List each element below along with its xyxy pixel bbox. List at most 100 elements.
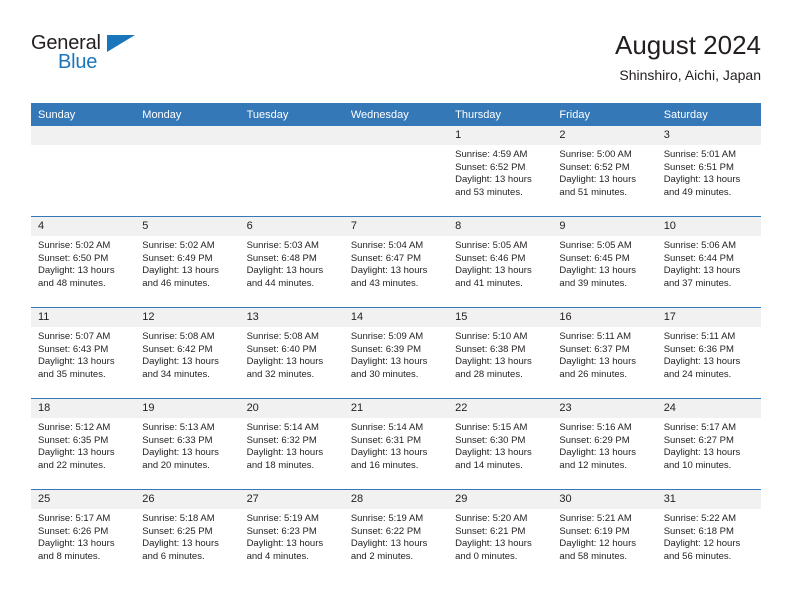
calendar-day-cell[interactable]: 17 Sunrise: 5:11 AM Sunset: 6:36 PM Dayligh…: [656, 307, 761, 399]
sunrise-text: Sunrise: 5:14 AM: [350, 422, 424, 433]
calendar-day-cell[interactable]: 31 Sunrise: 5:22 AM Sunset: 6:18 PM Dayligh…: [656, 489, 761, 580]
sunrise-text: Sunrise: 5:17 AM: [663, 422, 737, 433]
calendar-day-cell[interactable]: 12 Sunrise: 5:08 AM Sunset: 6:42 PM Dayligh…: [135, 307, 240, 399]
calendar-day-cell[interactable]: 5 Sunrise: 5:02 AM Sunset: 6:49 PM Daylight…: [135, 216, 240, 308]
day-number: 7: [343, 217, 449, 236]
daylight-text: Daylight: 13 hours and 26 minutes.: [559, 356, 636, 380]
calendar-day-cell-empty: [135, 126, 240, 217]
weekday-header-saturday: Saturday: [656, 103, 761, 126]
day-details: Sunrise: 5:09 AM Sunset: 6:39 PM Daylight:…: [344, 327, 448, 381]
sunrise-text: Sunrise: 5:03 AM: [246, 240, 319, 251]
sunset-text: Sunset: 6:40 PM: [246, 343, 317, 355]
calendar-day-cell[interactable]: 21 Sunrise: 5:14 AM Sunset: 6:31 PM Dayligh…: [343, 398, 449, 490]
sunrise-text: Sunrise: 5:20 AM: [455, 513, 528, 524]
calendar-day-cell[interactable]: 14 Sunrise: 5:09 AM Sunset: 6:39 PM Dayligh…: [343, 307, 449, 399]
daylight-text: Daylight: 13 hours and 18 minutes.: [246, 447, 324, 471]
daylight-text: Daylight: 13 hours and 14 minutes.: [455, 447, 532, 471]
day-details: Sunrise: 5:02 AM Sunset: 6:50 PM Daylight:…: [31, 236, 135, 290]
calendar-day-cell[interactable]: 30 Sunrise: 5:21 AM Sunset: 6:19 PM Dayligh…: [552, 489, 657, 580]
sunrise-text: Sunrise: 5:08 AM: [142, 331, 215, 342]
daylight-text: Daylight: 13 hours and 32 minutes.: [246, 356, 324, 380]
sunrise-text: Sunrise: 5:10 AM: [455, 331, 528, 342]
sunset-text: Sunset: 6:52 PM: [559, 161, 630, 173]
day-number: 15: [448, 308, 553, 327]
day-details: Sunrise: 5:11 AM Sunset: 6:37 PM Daylight:…: [552, 327, 656, 381]
calendar-day-cell[interactable]: 18 Sunrise: 5:12 AM Sunset: 6:35 PM Dayligh…: [31, 398, 136, 490]
calendar-day-cell[interactable]: 8 Sunrise: 5:05 AM Sunset: 6:46 PM Daylight…: [448, 216, 553, 308]
calendar-day-cell[interactable]: 26 Sunrise: 5:18 AM Sunset: 6:25 PM Dayligh…: [135, 489, 240, 580]
daylight-text: Daylight: 13 hours and 46 minutes.: [142, 265, 219, 289]
weekday-header-sunday: Sunday: [31, 103, 136, 126]
sunset-text: Sunset: 6:38 PM: [455, 343, 526, 355]
calendar-day-cell[interactable]: 25 Sunrise: 5:17 AM Sunset: 6:26 PM Dayligh…: [31, 489, 136, 580]
day-number: 17: [656, 308, 761, 327]
daylight-text: Daylight: 13 hours and 51 minutes.: [559, 174, 636, 198]
day-details: Sunrise: 5:15 AM Sunset: 6:30 PM Daylight:…: [448, 418, 552, 472]
sunset-text: Sunset: 6:37 PM: [559, 343, 630, 355]
sunrise-text: Sunrise: 5:05 AM: [559, 240, 632, 251]
calendar-day-cell[interactable]: 16 Sunrise: 5:11 AM Sunset: 6:37 PM Dayligh…: [552, 307, 657, 399]
day-details: Sunrise: 5:02 AM Sunset: 6:49 PM Daylight:…: [135, 236, 239, 290]
sunrise-text: Sunrise: 5:21 AM: [559, 513, 632, 524]
day-number: 2: [552, 126, 657, 145]
sunset-text: Sunset: 6:43 PM: [38, 343, 109, 355]
daylight-text: Daylight: 13 hours and 22 minutes.: [38, 447, 115, 471]
calendar-day-cell[interactable]: 15 Sunrise: 5:10 AM Sunset: 6:38 PM Dayligh…: [448, 307, 553, 399]
sunrise-text: Sunrise: 5:11 AM: [559, 331, 632, 342]
sunrise-text: Sunrise: 5:22 AM: [663, 513, 737, 524]
calendar-day-cell[interactable]: 22 Sunrise: 5:15 AM Sunset: 6:30 PM Dayligh…: [448, 398, 553, 490]
sunset-text: Sunset: 6:48 PM: [246, 252, 317, 264]
daylight-text: Daylight: 13 hours and 49 minutes.: [663, 174, 741, 198]
sunrise-text: Sunrise: 5:16 AM: [559, 422, 632, 433]
day-number: 5: [135, 217, 240, 236]
page-title: August 2024: [614, 30, 761, 60]
calendar-day-cell[interactable]: 28 Sunrise: 5:19 AM Sunset: 6:22 PM Dayligh…: [343, 489, 449, 580]
daylight-text: Daylight: 13 hours and 10 minutes.: [663, 447, 741, 471]
daylight-text: Daylight: 13 hours and 6 minutes.: [142, 538, 219, 562]
daylight-text: Daylight: 13 hours and 8 minutes.: [38, 538, 115, 562]
calendar-day-cell[interactable]: 13 Sunrise: 5:08 AM Sunset: 6:40 PM Dayligh…: [239, 307, 344, 399]
general-blue-logo[interactable]: General Blue: [31, 32, 151, 80]
calendar-day-cell[interactable]: 11 Sunrise: 5:07 AM Sunset: 6:43 PM Dayligh…: [31, 307, 136, 399]
sunrise-text: Sunrise: 5:01 AM: [663, 149, 737, 160]
day-number: 13: [239, 308, 344, 327]
sunrise-text: Sunrise: 5:11 AM: [663, 331, 736, 342]
daylight-text: Daylight: 13 hours and 20 minutes.: [142, 447, 219, 471]
sunrise-text: Sunrise: 5:13 AM: [142, 422, 215, 433]
daylight-text: Daylight: 13 hours and 35 minutes.: [38, 356, 115, 380]
calendar-day-cell[interactable]: 27 Sunrise: 5:19 AM Sunset: 6:23 PM Dayligh…: [239, 489, 344, 580]
sunset-text: Sunset: 6:45 PM: [559, 252, 630, 264]
calendar-day-cell[interactable]: 4 Sunrise: 5:02 AM Sunset: 6:50 PM Daylight…: [31, 216, 136, 308]
day-details: Sunrise: 5:08 AM Sunset: 6:42 PM Daylight:…: [135, 327, 239, 381]
day-number: 26: [135, 490, 240, 509]
daylight-text: Daylight: 13 hours and 41 minutes.: [455, 265, 532, 289]
calendar-day-cell[interactable]: 23 Sunrise: 5:16 AM Sunset: 6:29 PM Dayligh…: [552, 398, 657, 490]
sunset-text: Sunset: 6:22 PM: [350, 525, 422, 537]
day-number: 18: [31, 399, 136, 418]
calendar-day-cell[interactable]: 29 Sunrise: 5:20 AM Sunset: 6:21 PM Dayligh…: [448, 489, 553, 580]
calendar-day-cell[interactable]: 7 Sunrise: 5:04 AM Sunset: 6:47 PM Daylight…: [343, 216, 449, 308]
calendar-day-cell[interactable]: 20 Sunrise: 5:14 AM Sunset: 6:32 PM Dayligh…: [239, 398, 344, 490]
calendar-day-cell[interactable]: 2 Sunrise: 5:00 AM Sunset: 6:52 PM Daylight…: [552, 126, 657, 217]
sunrise-text: Sunrise: 5:02 AM: [142, 240, 215, 251]
day-number: [31, 126, 136, 145]
sunset-text: Sunset: 6:47 PM: [350, 252, 422, 264]
calendar-day-cell[interactable]: 1 Sunrise: 4:59 AM Sunset: 6:52 PM Daylight…: [448, 126, 553, 217]
calendar-day-cell[interactable]: 24 Sunrise: 5:17 AM Sunset: 6:27 PM Dayligh…: [656, 398, 761, 490]
daylight-text: Daylight: 12 hours and 56 minutes.: [663, 538, 741, 562]
sunset-text: Sunset: 6:25 PM: [142, 525, 213, 537]
day-number: [343, 126, 449, 145]
calendar-day-cell[interactable]: 10 Sunrise: 5:06 AM Sunset: 6:44 PM Dayligh…: [656, 216, 761, 308]
day-number: 9: [552, 217, 657, 236]
daylight-text: Daylight: 13 hours and 4 minutes.: [246, 538, 324, 562]
calendar-day-cell[interactable]: 9 Sunrise: 5:05 AM Sunset: 6:45 PM Daylight…: [552, 216, 657, 308]
daylight-text: Daylight: 13 hours and 24 minutes.: [663, 356, 741, 380]
day-number: 31: [656, 490, 761, 509]
calendar-day-cell[interactable]: 6 Sunrise: 5:03 AM Sunset: 6:48 PM Daylight…: [239, 216, 344, 308]
calendar-week-row: 18 Sunrise: 5:12 AM Sunset: 6:35 PM Dayligh…: [31, 398, 761, 490]
calendar-day-cell[interactable]: 3 Sunrise: 5:01 AM Sunset: 6:51 PM Daylight…: [656, 126, 761, 217]
sunrise-text: Sunrise: 5:19 AM: [350, 513, 424, 524]
daylight-text: Daylight: 13 hours and 44 minutes.: [246, 265, 324, 289]
calendar-week-row: 1 Sunrise: 4:59 AM Sunset: 6:52 PM Daylight…: [31, 126, 761, 217]
calendar-day-cell[interactable]: 19 Sunrise: 5:13 AM Sunset: 6:33 PM Dayligh…: [135, 398, 240, 490]
